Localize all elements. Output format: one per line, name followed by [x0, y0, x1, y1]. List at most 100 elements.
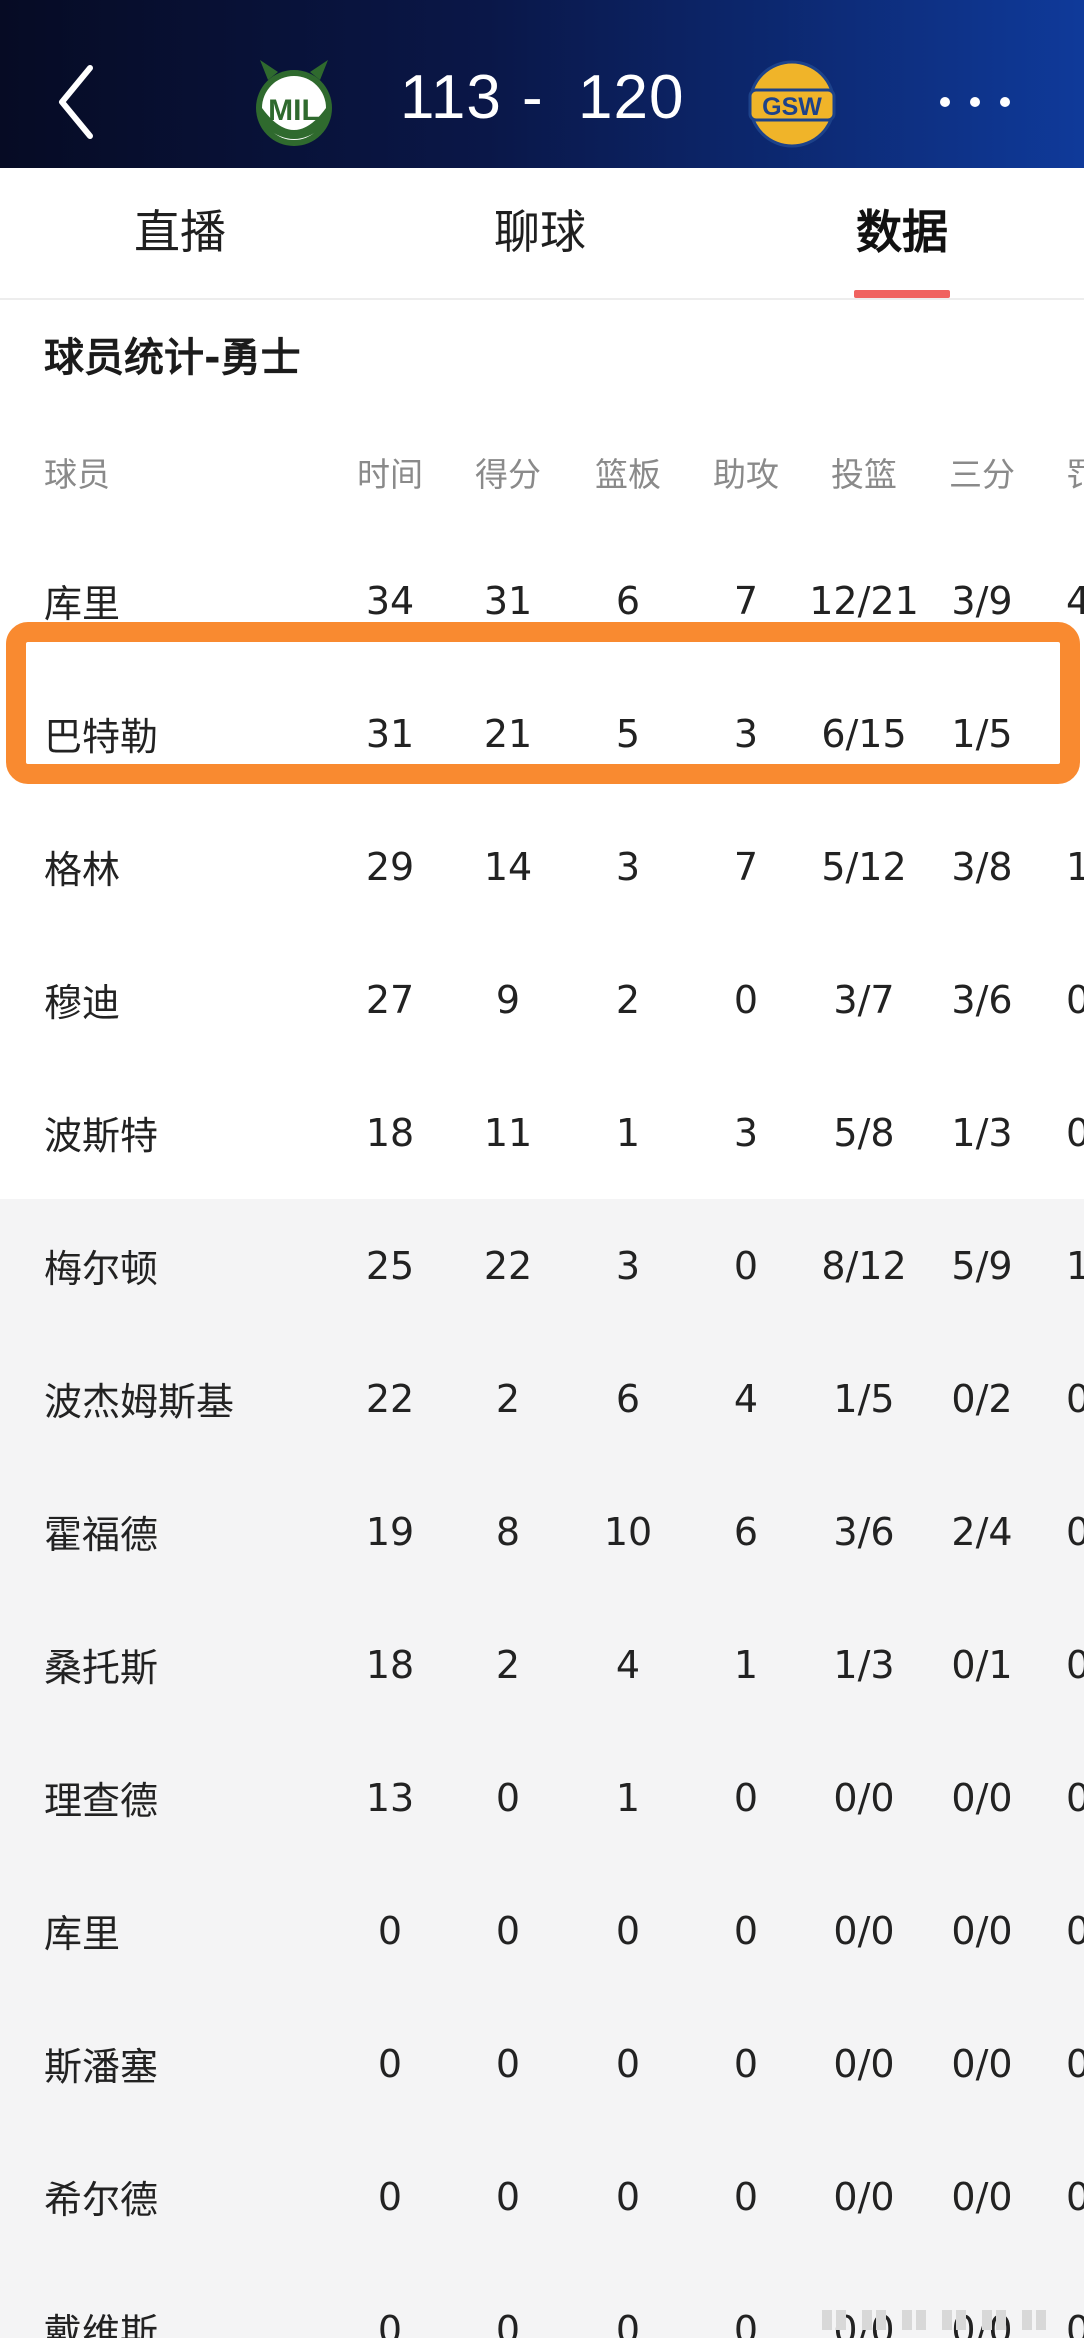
stat-cell: 0 — [733, 2307, 759, 2338]
stat-cell: 0 — [615, 2307, 641, 2338]
stat-cell: 18 — [365, 1642, 415, 1687]
player-name: 库里 — [44, 582, 121, 626]
table-row[interactable]: 穆迪 27 9 2 0 3/7 3/6 0 — [0, 933, 1084, 1066]
table-row[interactable]: 库里 34 31 6 7 12/21 3/9 4 — [0, 534, 1084, 667]
player-name: 理查德 — [44, 1779, 159, 1823]
player-name: 斯潘塞 — [44, 2045, 159, 2089]
column-header[interactable]: 罚 — [1066, 410, 1084, 534]
stat-cell: 3 — [733, 1110, 759, 1155]
stat-cell: 22 — [483, 1243, 533, 1288]
player-name: 梅尔顿 — [44, 1247, 159, 1291]
table-row[interactable]: 格林 29 14 3 7 5/12 3/8 1 — [0, 800, 1084, 933]
stat-cell: 3 — [733, 711, 759, 756]
more-button[interactable] — [930, 82, 1020, 122]
stat-cell: 14 — [483, 844, 533, 889]
stat-cell: 0/2 — [951, 1376, 1013, 1421]
table-row[interactable]: 梅尔顿 25 22 3 0 8/12 5/9 1 — [0, 1199, 1084, 1332]
stat-cell: 1 — [1066, 1243, 1084, 1288]
stat-cell: 1 — [733, 1642, 759, 1687]
player-name: 波斯特 — [44, 1114, 159, 1158]
stat-cell: 34 — [365, 578, 415, 623]
table-row[interactable]: 库里 0 0 0 0 0/0 0/0 0 — [0, 1864, 1084, 1997]
stat-cell: 1/3 — [951, 1110, 1013, 1155]
stat-cell: 4 — [615, 1642, 641, 1687]
stat-cell: 27 — [365, 977, 415, 1022]
stat-cell: 0 — [495, 1775, 521, 1820]
stat-cell: 3/9 — [951, 578, 1013, 623]
away-team-abbr: GSW — [762, 93, 822, 121]
stat-cell: 6 — [733, 1509, 759, 1554]
stat-cell: 0 — [1066, 2041, 1084, 2086]
stat-cell: 2 — [495, 1376, 521, 1421]
stat-cell: 0/0 — [951, 1908, 1013, 1953]
column-header[interactable]: 时间 — [332, 410, 448, 534]
stat-cell: 0/0 — [951, 2041, 1013, 2086]
table-row[interactable]: 波斯特 18 11 1 3 5/8 1/3 0 — [0, 1066, 1084, 1199]
stat-cell: 29 — [365, 844, 415, 889]
player-name: 桑托斯 — [44, 1646, 159, 1690]
stat-cell: 2 — [615, 977, 641, 1022]
column-header[interactable]: 三分 — [924, 410, 1040, 534]
player-name: 希尔德 — [44, 2178, 159, 2222]
player-name: 库里 — [44, 1912, 121, 1956]
stat-cell: 18 — [365, 1110, 415, 1155]
stat-cell: 6 — [615, 578, 641, 623]
column-header[interactable]: 得分 — [450, 410, 566, 534]
stat-cell: 0 — [1066, 1376, 1084, 1421]
stat-cell: 7 — [733, 844, 759, 889]
stat-cell: 5/9 — [951, 1243, 1013, 1288]
stat-cell: 1/5 — [951, 711, 1013, 756]
stat-cell: 0 — [495, 2041, 521, 2086]
stat-cell: 3/6 — [951, 977, 1013, 1022]
stat-cell: 1/3 — [833, 1642, 895, 1687]
column-header[interactable]: 投篮 — [806, 410, 922, 534]
player-name: 霍福德 — [44, 1513, 159, 1557]
table-row[interactable]: 理查德 13 0 1 0 0/0 0/0 0 — [0, 1731, 1084, 1864]
stat-cell: 1 — [1066, 844, 1084, 889]
back-button[interactable] — [50, 62, 110, 142]
stat-cell: 0 — [733, 1908, 759, 1953]
stat-cell: 8 — [495, 1509, 521, 1554]
tab-chat[interactable]: 聊球 — [440, 204, 640, 260]
stat-cell: 12/21 — [809, 578, 919, 623]
stat-cell: 5 — [615, 711, 641, 756]
stat-cell: 2/4 — [951, 1509, 1013, 1554]
stat-cell: 7 — [733, 578, 759, 623]
column-header[interactable]: 篮板 — [570, 410, 686, 534]
tab-live[interactable]: 直播 — [80, 204, 280, 260]
stat-cell: 22 — [365, 1376, 415, 1421]
stat-cell: 0 — [1066, 977, 1084, 1022]
home-team-abbr: MIL — [268, 94, 320, 127]
stat-cell: 0 — [733, 2041, 759, 2086]
score-separator: - — [522, 63, 544, 132]
stat-cell: 0 — [615, 2174, 641, 2219]
column-header[interactable]: 助攻 — [688, 410, 804, 534]
stat-cell: 0/0 — [951, 2174, 1013, 2219]
stat-cell: 6/15 — [821, 711, 907, 756]
away-score: 120 — [578, 63, 685, 132]
stat-cell: 5/12 — [821, 844, 907, 889]
table-row[interactable]: 霍福德 19 8 10 6 3/6 2/4 0 — [0, 1465, 1084, 1598]
active-tab-indicator — [854, 290, 950, 298]
away-team-logo[interactable]: GSW — [744, 54, 840, 150]
stat-cell: 0 — [615, 1908, 641, 1953]
table-row[interactable]: 波杰姆斯基 22 2 6 4 1/5 0/2 0 — [0, 1332, 1084, 1465]
stat-cell — [1066, 667, 1084, 800]
tab-stats[interactable]: 数据 — [802, 204, 1002, 260]
player-name: 戴维斯 — [44, 2311, 159, 2338]
table-row[interactable]: 桑托斯 18 2 4 1 1/3 0/1 0 — [0, 1598, 1084, 1731]
table-row[interactable]: 巴特勒 31 21 5 3 6/15 1/5 — [0, 667, 1084, 800]
stat-cell: 0 — [377, 1908, 403, 1953]
table-row[interactable]: 斯潘塞 0 0 0 0 0/0 0/0 0 — [0, 1997, 1084, 2130]
stat-cell: 0 — [495, 2307, 521, 2338]
player-name: 波杰姆斯基 — [44, 1380, 235, 1424]
tab-bar: 直播 聊球 数据 — [0, 168, 1084, 300]
warriors-logo-icon: GSW — [748, 60, 836, 148]
watermark-icon — [822, 2310, 1046, 2330]
home-team-logo[interactable]: MIL — [246, 54, 342, 150]
player-name: 巴特勒 — [44, 715, 159, 759]
table-row[interactable]: 希尔德 0 0 0 0 0/0 0/0 0 — [0, 2130, 1084, 2263]
stat-cell: 1/5 — [833, 1376, 895, 1421]
stat-cell: 6 — [615, 1376, 641, 1421]
stat-cell: 10 — [603, 1509, 653, 1554]
